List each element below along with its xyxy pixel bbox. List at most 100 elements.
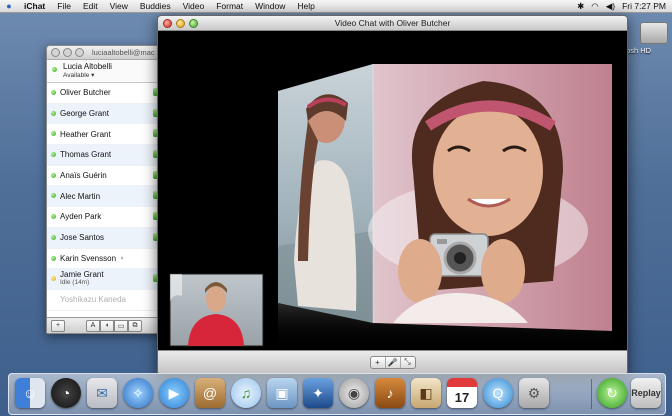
self-view-preview <box>169 273 264 347</box>
buddy-row-anais-guerin[interactable]: Anaïs Guérin <box>47 166 162 187</box>
video-chat-title: Video Chat with Oliver Butcher <box>334 18 451 28</box>
available-icon <box>51 131 56 137</box>
garageband-icon[interactable]: ♪ <box>375 378 405 408</box>
buddy-name: Yoshikazu Kaneda <box>60 295 126 305</box>
video-chat-window: Video Chat with Oliver Butcher + 🎤 ⤡ <box>157 15 628 374</box>
dvd-player-icon[interactable]: ◉ <box>339 378 369 408</box>
volume-icon[interactable]: ◀) <box>606 1 615 12</box>
hard-drive-icon[interactable] <box>640 22 668 44</box>
my-status-menu[interactable]: Available ▾ <box>63 71 162 79</box>
menu-format[interactable]: Format <box>210 1 249 11</box>
buddy-list-toolbar: + A ◖ ▭ ⧉ <box>47 317 162 333</box>
buddy-row-jamie-grant[interactable]: Jamie Grant Idle (14m) <box>47 269 162 290</box>
menu-bar: ● iChat File Edit View Buddies Video For… <box>0 0 672 13</box>
apple-menu-icon[interactable]: ● <box>0 1 18 11</box>
buddy-name: Thomas Grant <box>60 150 112 160</box>
buddy-name-block: Jamie Grant Idle (14m) <box>60 271 104 287</box>
preview-icon[interactable]: ◧ <box>411 378 441 408</box>
zoom-button[interactable] <box>75 48 84 57</box>
address-book-icon[interactable]: @ <box>195 378 225 408</box>
bluetooth-icon[interactable]: ✱ <box>577 1 584 12</box>
video-controls-bar: + 🎤 ⤡ <box>158 350 627 373</box>
buddy-row-alec-martin[interactable]: Alec Martin <box>47 186 162 208</box>
dock: ☺ ◔ ✉ ✧ ▶ @ ♫ ▣ ✦ ◉ ♪ ◧ 17 Q ⚙ ↻ Replay <box>8 373 666 415</box>
my-name: Lucia Altobelli <box>63 62 112 71</box>
replay-label: Replay <box>631 388 661 398</box>
add-participant-button[interactable]: + <box>371 356 386 368</box>
idle-icon <box>51 276 56 282</box>
safari-icon[interactable]: ✧ <box>123 378 153 408</box>
menu-app-name[interactable]: iChat <box>18 1 51 11</box>
buddy-name: Jose Santos <box>60 233 105 243</box>
ical-icon[interactable]: 17 <box>447 378 477 408</box>
menu-clock[interactable]: Fri 7:27 PM <box>622 1 666 11</box>
text-chat-button[interactable]: A <box>86 319 100 332</box>
ical-date: 17 <box>454 389 470 405</box>
video-chat-titlebar[interactable]: Video Chat with Oliver Butcher <box>158 16 627 31</box>
buddy-row-jose-santos[interactable]: Jose Santos <box>47 227 162 249</box>
imovie-icon[interactable]: ✦ <box>303 378 333 408</box>
audio-chat-button[interactable]: ◖ <box>100 319 114 332</box>
menu-file[interactable]: File <box>51 1 77 11</box>
cube-left-face <box>278 64 373 323</box>
menu-video[interactable]: Video <box>177 1 211 11</box>
available-icon <box>51 152 56 158</box>
buddy-name: Jamie Grant <box>60 270 104 280</box>
buddy-row-yoshikazu-kaneda[interactable]: Yoshikazu Kaneda <box>47 290 162 311</box>
video-scene <box>169 64 612 349</box>
dock-separator <box>591 379 592 409</box>
available-icon <box>51 172 56 178</box>
buddy-name: George Grant <box>60 109 109 119</box>
buddy-list-title: luciaaltobelli@mac <box>92 48 155 57</box>
buddy-row-oliver-butcher[interactable]: Oliver Butcher <box>47 83 162 104</box>
iphoto-icon[interactable]: ▣ <box>267 378 297 408</box>
menu-help[interactable]: Help <box>291 1 320 11</box>
menu-view[interactable]: View <box>104 1 134 11</box>
dashboard-icon[interactable]: ◔ <box>51 378 81 408</box>
buddy-name: Ayden Park <box>60 212 102 222</box>
minimize-button[interactable] <box>63 48 72 57</box>
buddy-row-ayden-park[interactable]: Ayden Park <box>47 207 162 228</box>
buddy-row-thomas-grant[interactable]: Thomas Grant <box>47 145 162 166</box>
available-icon <box>52 67 57 72</box>
available-icon <box>51 110 56 116</box>
buddy-row-george-grant[interactable]: George Grant <box>47 103 162 125</box>
itunes-icon[interactable]: ♫ <box>231 378 261 408</box>
audio-icon[interactable]: ◗ <box>120 255 124 262</box>
screen-share-button[interactable]: ⧉ <box>128 319 142 332</box>
replay-icon[interactable]: ↻ <box>597 378 627 408</box>
video-controls: + 🎤 ⤡ <box>369 355 416 369</box>
menu-extras: ✱ ◠ ◀) Fri 7:27 PM <box>577 1 672 12</box>
quicktime-icon[interactable]: Q <box>483 378 513 408</box>
system-preferences-icon[interactable]: ⚙ <box>519 378 549 408</box>
mute-button[interactable]: 🎤 <box>386 356 401 368</box>
mail-icon[interactable]: ✉ <box>87 378 117 408</box>
add-buddy-button[interactable]: + <box>51 319 65 332</box>
video-stage <box>158 31 627 349</box>
available-icon <box>51 193 56 199</box>
buddy-name: Karin Svensson <box>60 253 117 263</box>
buddy-name: Anaïs Guérin <box>60 171 107 181</box>
close-button[interactable] <box>51 48 60 57</box>
hard-drive-label[interactable]: tosh HD <box>624 46 651 55</box>
menu-buddies[interactable]: Buddies <box>134 1 177 11</box>
buddy-name: Alec Martin <box>60 191 101 201</box>
buddy-list-titlebar[interactable]: luciaaltobelli@mac <box>47 46 162 60</box>
buddy-row-heather-grant[interactable]: Heather Grant <box>47 124 162 146</box>
idle-status: Idle (14m) <box>60 279 90 287</box>
fullscreen-button[interactable]: ⤡ <box>401 357 415 368</box>
available-icon <box>51 90 56 95</box>
cube-front-face <box>368 64 612 331</box>
ichat-icon[interactable]: ▶ <box>159 378 189 408</box>
buddy-name: Oliver Butcher <box>60 88 111 98</box>
buddy-row-karin-svensson[interactable]: Karin Svensson ◗ <box>47 249 162 270</box>
menu-edit[interactable]: Edit <box>77 1 104 11</box>
video-chat-button[interactable]: ▭ <box>114 319 128 332</box>
available-icon <box>51 214 56 220</box>
menu-window[interactable]: Window <box>249 1 291 11</box>
available-icon <box>51 255 56 261</box>
my-status[interactable]: Lucia Altobelli Available ▾ <box>47 60 162 83</box>
trash-icon[interactable]: Replay <box>631 378 661 408</box>
wifi-icon[interactable]: ◠ <box>591 1 598 12</box>
finder-icon[interactable]: ☺ <box>15 378 45 408</box>
